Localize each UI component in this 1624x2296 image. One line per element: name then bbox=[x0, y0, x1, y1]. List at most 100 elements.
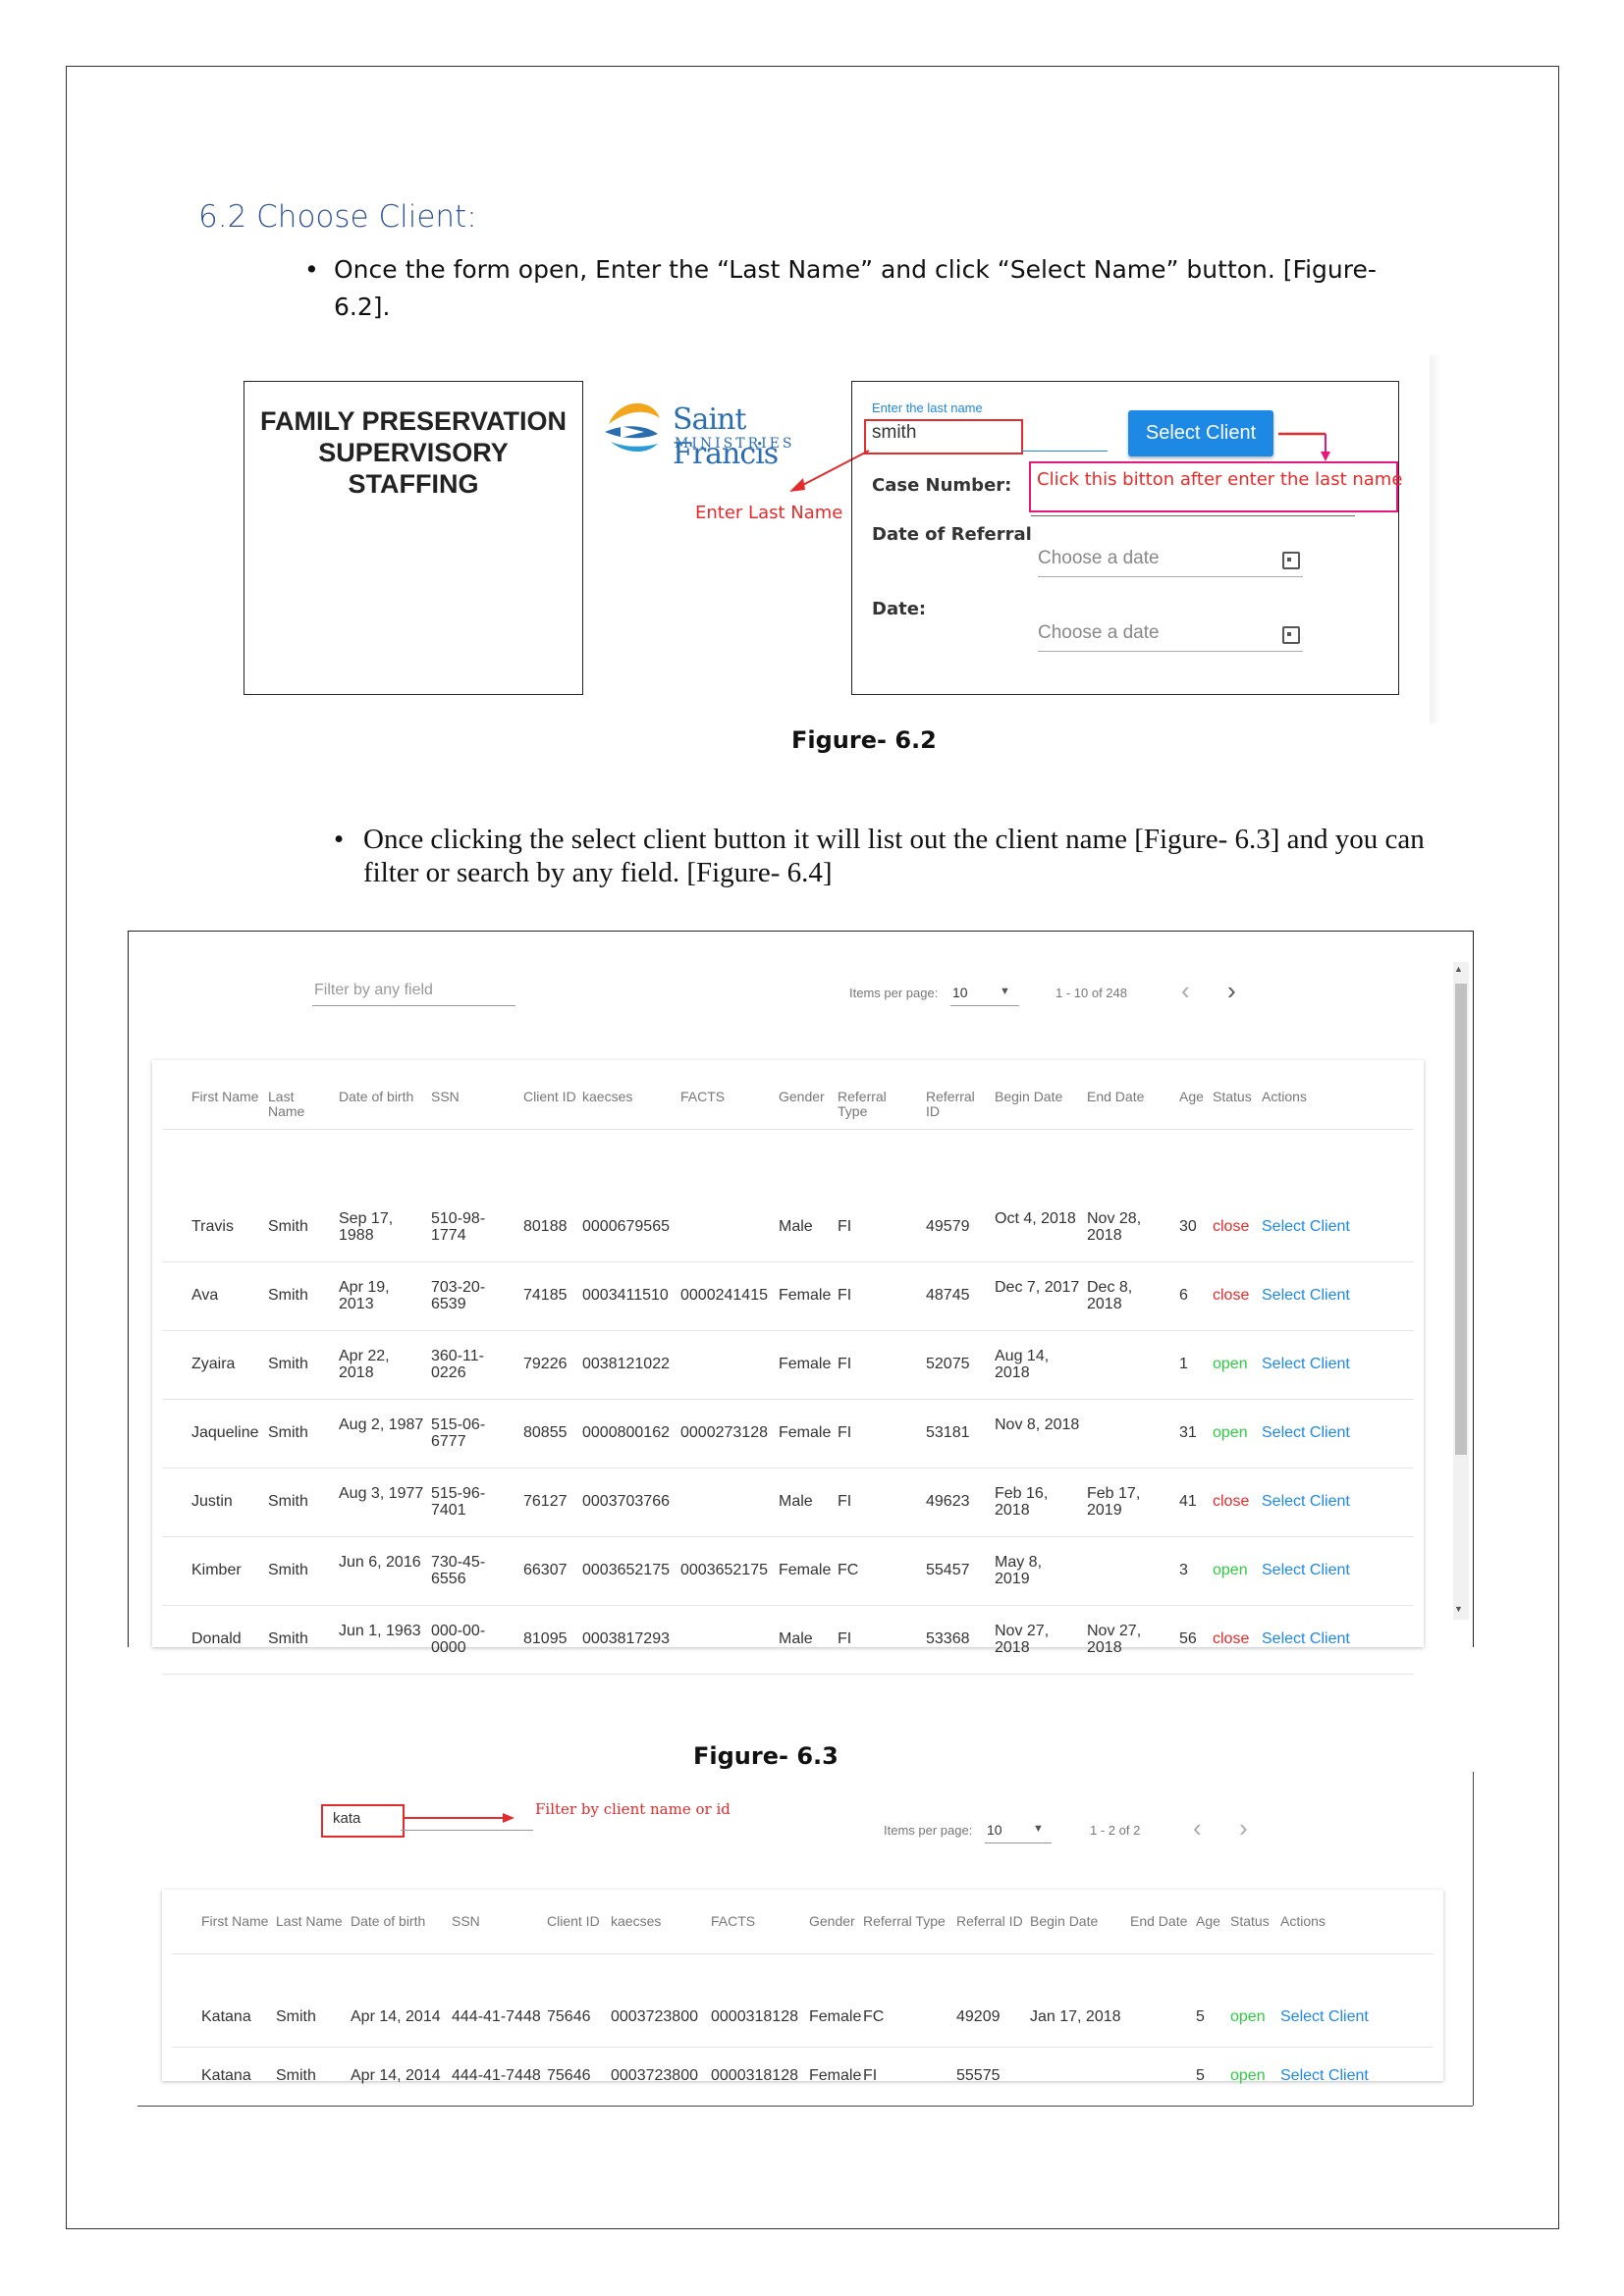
program-title-line-3: STAFFING bbox=[348, 469, 479, 499]
cell-facts: 0000241415 bbox=[680, 1287, 768, 1304]
cell-age: 31 bbox=[1179, 1424, 1197, 1441]
chevron-right-icon[interactable]: › bbox=[1227, 976, 1236, 1006]
status-badge: open bbox=[1213, 1424, 1248, 1441]
cell-referral-id: 53181 bbox=[926, 1424, 970, 1441]
column-header-referral-id: Referral ID bbox=[956, 1913, 1023, 1929]
referral-date-input[interactable]: Choose a date bbox=[1038, 548, 1160, 569]
cell-kaecses: 0000679565 bbox=[582, 1218, 670, 1235]
section-title: 6.2 Choose Client: bbox=[198, 199, 477, 235]
column-header-age: Age bbox=[1179, 1089, 1204, 1104]
cell-referral-type: FC bbox=[838, 1562, 859, 1578]
cell-client-id: 80188 bbox=[523, 1218, 568, 1235]
cell-referral-type: FI bbox=[838, 1424, 852, 1441]
filter-annotation: Filter by client name or id bbox=[535, 1800, 731, 1818]
program-title-line-2: SUPERVISORY bbox=[318, 438, 509, 467]
cell-end-date: Feb 17, 2019 bbox=[1087, 1485, 1141, 1519]
cell-kaecses: 0003652175 bbox=[582, 1562, 670, 1578]
items-per-page-select[interactable]: 10 bbox=[987, 1822, 1002, 1838]
column-header-age: Age bbox=[1196, 1913, 1220, 1929]
cell-date-of-birth: Apr 22, 2018 bbox=[339, 1348, 390, 1381]
cell-end-date: Dec 8, 2018 bbox=[1087, 1279, 1133, 1312]
items-per-page-underline bbox=[950, 1005, 1019, 1006]
figure-6-4-right-border bbox=[1473, 1772, 1474, 2106]
bullet-text-2: Once clicking the select client button i… bbox=[363, 824, 1425, 888]
column-header-first-name: First Name bbox=[191, 1089, 259, 1104]
column-header-facts: FACTS bbox=[680, 1089, 726, 1104]
column-header-gender: Gender bbox=[779, 1089, 825, 1104]
chevron-left-icon[interactable]: ‹ bbox=[1181, 976, 1190, 1006]
case-number-underline bbox=[1031, 515, 1355, 516]
filter-input[interactable]: Filter by any field bbox=[314, 982, 433, 999]
cell-first-name: Katana bbox=[201, 2008, 251, 2025]
chevron-down-icon[interactable]: ▼ bbox=[1000, 986, 1010, 997]
table-row-divider bbox=[162, 1330, 1414, 1331]
cell-end-date: Nov 28, 2018 bbox=[1087, 1210, 1142, 1244]
select-client-link[interactable]: Select Client bbox=[1262, 1562, 1380, 1578]
calendar-icon[interactable] bbox=[1282, 626, 1300, 644]
table-row-divider bbox=[172, 2047, 1434, 2048]
items-per-page-label: Items per page: bbox=[849, 986, 939, 1000]
scrollbar-thumb[interactable] bbox=[1455, 984, 1467, 1455]
cell-last-name: Smith bbox=[268, 1356, 308, 1372]
logo-mark-icon bbox=[605, 402, 660, 453]
column-header-client-id: Client ID bbox=[523, 1089, 576, 1104]
filtered-client-table: First Name Last Name Date of birth SSN Clien… bbox=[162, 1890, 1443, 2107]
items-per-page-select[interactable]: 10 bbox=[952, 985, 968, 1000]
scroll-up-icon[interactable]: ▲ bbox=[1454, 964, 1463, 974]
cell-gender: Male bbox=[779, 1630, 813, 1647]
cell-ssn: 515-96-7401 bbox=[431, 1485, 486, 1519]
cell-gender: Male bbox=[779, 1493, 813, 1510]
enter-last-name-annotation: Enter Last Name bbox=[695, 503, 843, 523]
filter-input[interactable]: kata bbox=[333, 1810, 360, 1827]
status-badge: open bbox=[1213, 1562, 1248, 1578]
filter-underline bbox=[401, 1830, 533, 1831]
select-client-link[interactable]: Select Client bbox=[1280, 2067, 1398, 2084]
figure-caption-6-2: Figure- 6.2 bbox=[791, 726, 937, 754]
select-client-link[interactable]: Select Client bbox=[1262, 1493, 1380, 1510]
click-note-annotation: Click this bitton after enter the last n… bbox=[1037, 469, 1403, 490]
column-header-status: Status bbox=[1230, 1913, 1270, 1929]
column-header-client-id: Client ID bbox=[547, 1913, 600, 1929]
chevron-left-icon[interactable]: ‹ bbox=[1193, 1813, 1202, 1843]
cell-gender: Male bbox=[779, 1218, 813, 1235]
cell-referral-type: FI bbox=[838, 1630, 852, 1647]
cell-kaecses: 0003723800 bbox=[611, 2067, 698, 2084]
column-header-first-name: First Name bbox=[201, 1913, 269, 1929]
select-client-button[interactable]: Select Client bbox=[1128, 410, 1273, 456]
cell-referral-id: 53368 bbox=[926, 1630, 970, 1647]
form-edge-shadow bbox=[1430, 355, 1441, 723]
date-input[interactable]: Choose a date bbox=[1038, 622, 1160, 644]
figure-6-3-right-border bbox=[1473, 931, 1474, 1647]
cell-client-id: 79226 bbox=[523, 1356, 568, 1372]
chevron-down-icon[interactable]: ▼ bbox=[1033, 1823, 1044, 1835]
client-table: First Name Last Name Date of birth SSN Clien… bbox=[152, 1060, 1424, 1675]
column-header-gender: Gender bbox=[809, 1913, 855, 1929]
select-client-link[interactable]: Select Client bbox=[1262, 1630, 1380, 1647]
select-client-link[interactable]: Select Client bbox=[1280, 2008, 1398, 2025]
select-client-link[interactable]: Select Client bbox=[1262, 1218, 1380, 1235]
cell-age: 6 bbox=[1179, 1287, 1188, 1304]
status-badge: close bbox=[1213, 1630, 1250, 1647]
last-name-input[interactable]: smith bbox=[872, 422, 916, 444]
column-header-ssn: SSN bbox=[431, 1089, 460, 1104]
scroll-down-icon[interactable]: ▼ bbox=[1454, 1604, 1463, 1614]
column-header-begin-date: Begin Date bbox=[1030, 1913, 1099, 1929]
column-header-referral-type: Referral Type bbox=[838, 1089, 887, 1119]
calendar-icon[interactable] bbox=[1282, 552, 1300, 569]
status-badge: close bbox=[1213, 1218, 1250, 1235]
cell-first-name: Donald bbox=[191, 1630, 242, 1647]
cell-kaecses: 0000800162 bbox=[582, 1424, 670, 1441]
cell-last-name: Smith bbox=[268, 1562, 308, 1578]
chevron-right-icon[interactable]: › bbox=[1239, 1813, 1248, 1843]
cell-last-name: Smith bbox=[268, 1493, 308, 1510]
cell-date-of-birth: Aug 3, 1977 bbox=[339, 1485, 424, 1502]
select-client-link[interactable]: Select Client bbox=[1262, 1356, 1380, 1372]
cell-age: 5 bbox=[1196, 2008, 1205, 2025]
select-client-link[interactable]: Select Client bbox=[1262, 1424, 1380, 1441]
cell-begin-date: Dec 7, 2017 bbox=[995, 1279, 1080, 1296]
select-client-link[interactable]: Select Client bbox=[1262, 1287, 1380, 1304]
cell-date-of-birth: Sep 17, 1988 bbox=[339, 1210, 394, 1244]
cell-last-name: Smith bbox=[276, 2008, 316, 2025]
figure-6-3-top-border bbox=[128, 931, 1473, 932]
column-header-status: Status bbox=[1213, 1089, 1252, 1104]
